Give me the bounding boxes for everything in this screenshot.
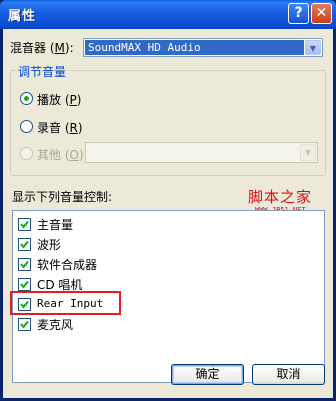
chevron-down-icon: ▼	[300, 144, 316, 161]
check-icon	[20, 320, 29, 329]
cancel-button[interactable]: 取消	[252, 364, 325, 385]
list-item-label[interactable]: 波形	[37, 236, 61, 253]
mixer-label: 混音器 (M):	[10, 41, 74, 55]
checkbox-main-volume[interactable]	[18, 218, 31, 231]
checkbox-cd-player[interactable]	[18, 278, 31, 291]
controls-list-label: 显示下列音量控制:	[12, 190, 113, 204]
radio-selected-dot	[24, 96, 29, 101]
chevron-down-icon[interactable]: ▼	[305, 40, 321, 55]
checkbox-microphone[interactable]	[18, 318, 31, 331]
radio-record[interactable]	[20, 120, 33, 133]
check-icon	[20, 260, 29, 269]
radio-record-label[interactable]: 录音 (R)	[37, 119, 83, 136]
window-title: 属性	[8, 9, 37, 24]
mixer-dropdown-value: SoundMAX HD Audio	[85, 40, 304, 55]
list-item-label[interactable]: 麦克风	[37, 316, 73, 333]
help-icon: ?	[294, 5, 303, 21]
dialog-body: 混音器 (M): SoundMAX HD Audio ▼ 调节音量 播放 (P)…	[3, 29, 333, 398]
radio-other-label: 其他 (O)	[37, 148, 84, 162]
close-icon: ✕	[315, 5, 328, 21]
radio-other	[20, 147, 33, 160]
mixer-dropdown[interactable]: SoundMAX HD Audio ▼	[83, 38, 323, 57]
check-icon	[20, 220, 29, 229]
highlight-annotation	[10, 291, 121, 315]
watermark-text: 脚本之家	[248, 188, 313, 206]
mixer-shortcut-key: M	[54, 41, 65, 55]
ok-button[interactable]: 确定	[171, 364, 244, 385]
list-item-label[interactable]: 主音量	[37, 216, 73, 233]
check-icon	[20, 240, 29, 249]
checkbox-wave[interactable]	[18, 238, 31, 251]
close-button[interactable]: ✕	[311, 3, 332, 24]
checkbox-sw-synth[interactable]	[18, 258, 31, 271]
list-item-label[interactable]: 软件合成器	[37, 256, 97, 273]
radio-playback-label[interactable]: 播放 (P)	[37, 91, 81, 108]
radio-playback[interactable]	[20, 92, 33, 105]
properties-dialog: 属性 ? ✕ 混音器 (M): SoundMAX HD Audio ▼ 调节音量…	[0, 0, 336, 401]
title-bar[interactable]: 属性 ? ✕	[0, 0, 336, 29]
adjust-volume-title: 调节音量	[16, 63, 69, 80]
help-button[interactable]: ?	[288, 3, 309, 24]
other-device-dropdown: ▼	[85, 142, 318, 163]
check-icon	[20, 280, 29, 289]
